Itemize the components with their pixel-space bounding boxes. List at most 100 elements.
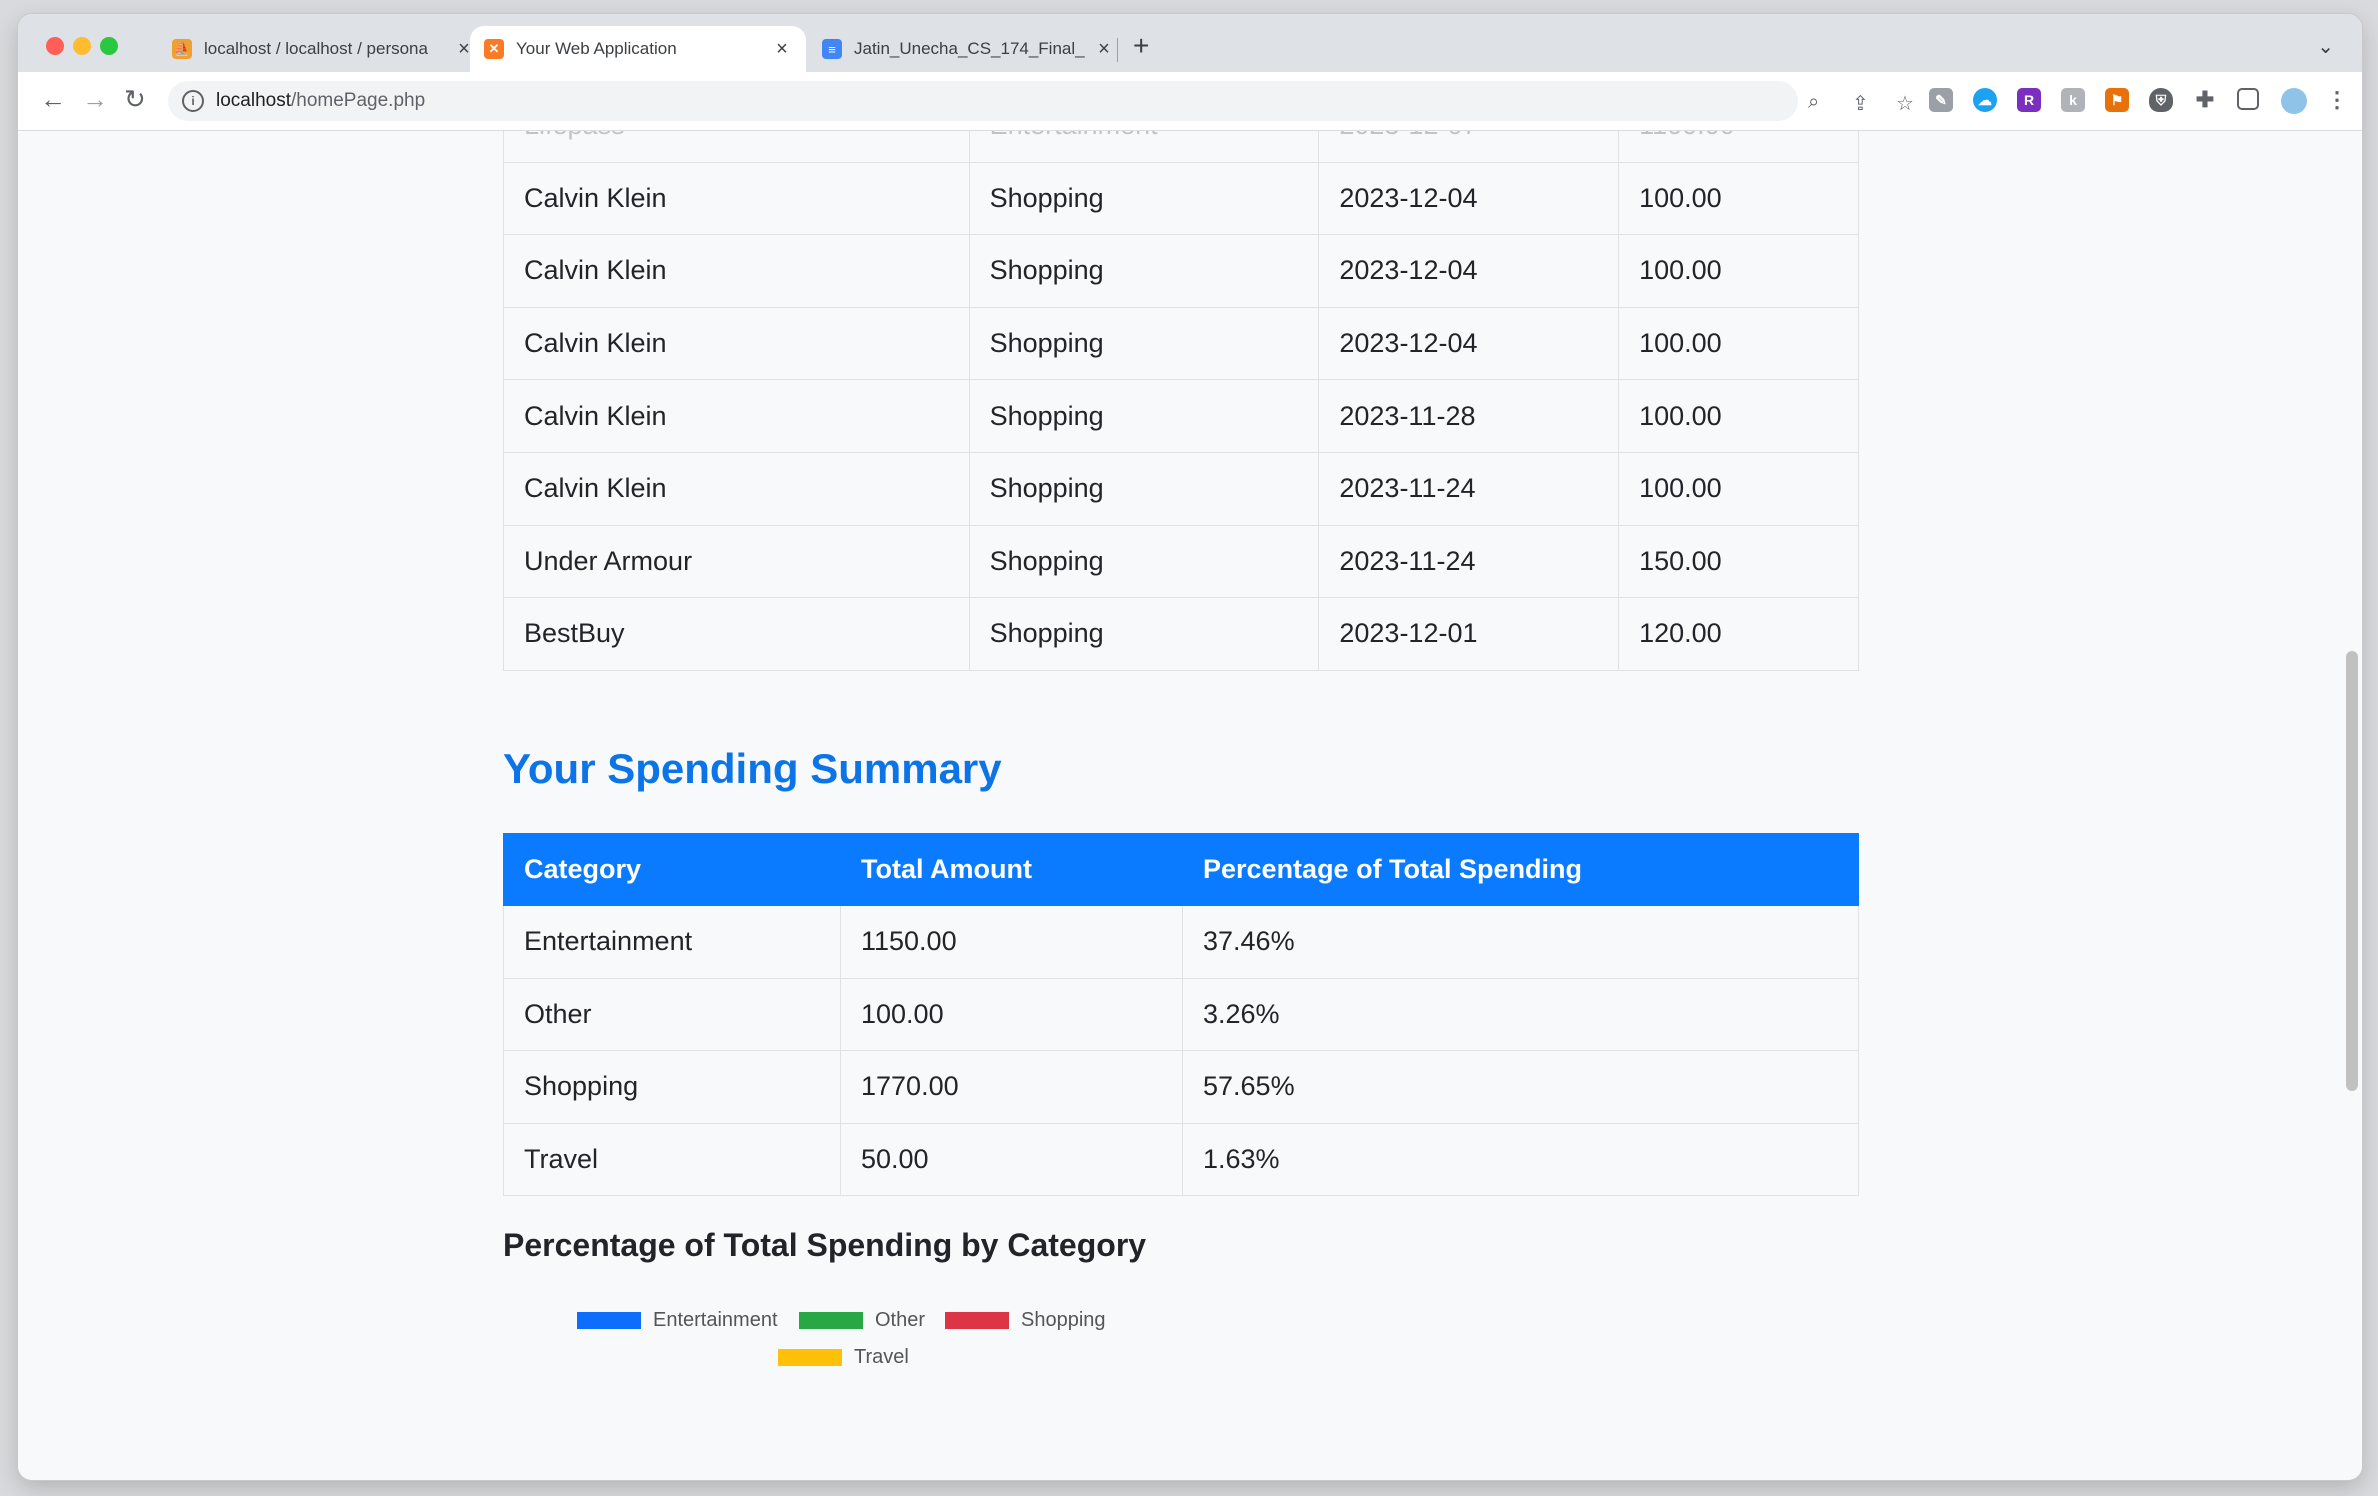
legend-label: Other [875, 1309, 926, 1331]
percentage-cell: 57.65% [1182, 1050, 1859, 1124]
date-cell: 2023-11-24 [1318, 524, 1620, 599]
table-row: Under Armour Shopping 2023-11-24 150.00 [503, 524, 1859, 599]
percentage-cell: 3.26% [1182, 977, 1859, 1052]
category-cell: Entertainment [503, 905, 841, 979]
tab-title: Jatin_Unecha_CS_174_Final_ [854, 39, 1085, 58]
tab-phpmyadmin[interactable]: ⛵ localhost / localhost / persona × [158, 26, 488, 72]
minimize-window-button[interactable] [73, 37, 91, 55]
total-amount-cell: 1150.00 [840, 905, 1183, 979]
close-tab-icon[interactable]: × [1094, 38, 1114, 61]
bookmark-star-icon[interactable]: ☆ [1896, 91, 1914, 116]
date-cell: 2023-12-04 [1318, 234, 1620, 308]
extension-cloud-icon[interactable]: ☁ [1973, 88, 1997, 112]
legend-swatch [799, 1312, 863, 1329]
date-cell: 2023-12-01 [1318, 597, 1620, 671]
transactions-table: LifepassEntertainment2023-12-071100.00Ca… [503, 131, 1859, 671]
merchant-cell: Calvin Klein [503, 379, 970, 453]
tab-strip: ⛵ localhost / localhost / persona × ✕ Yo… [18, 14, 2362, 72]
close-tab-icon[interactable]: × [772, 38, 792, 61]
legend-label: Travel [854, 1346, 909, 1368]
tab-separator [1117, 38, 1118, 62]
merchant-cell: Under Armour [503, 524, 970, 599]
phpmyadmin-icon: ⛵ [172, 39, 192, 59]
merchant-cell: Calvin Klein [503, 451, 970, 526]
table-row: Calvin Klein Shopping 2023-12-04 100.00 [503, 161, 1859, 236]
legend-swatch [577, 1312, 641, 1329]
legend-swatch [945, 1312, 1009, 1329]
site-info-icon[interactable]: i [182, 90, 204, 112]
tab-title: Your Web Application [516, 39, 677, 58]
share-icon[interactable]: ⇪ [1852, 91, 1869, 116]
url-host: localhost [216, 90, 291, 111]
amount-cell: 150.00 [1618, 524, 1859, 599]
legend-item-shopping[interactable]: Shopping [945, 1309, 1106, 1332]
column-header-percentage: Percentage of Total Spending [1182, 833, 1859, 906]
total-amount-cell: 50.00 [840, 1122, 1183, 1197]
extension-k-icon[interactable]: k [2061, 88, 2085, 112]
forward-arrow-icon[interactable]: → [82, 86, 108, 112]
profile-avatar-icon[interactable] [2281, 88, 2307, 114]
amount-cell: 1100.00 [1618, 131, 1859, 163]
legend-item-travel[interactable]: Travel [778, 1346, 909, 1369]
table-row: Calvin Klein Shopping 2023-11-24 100.00 [503, 451, 1859, 526]
category-cell: Shopping [968, 524, 1320, 599]
extension-shield-icon[interactable]: ⛨ [2149, 88, 2173, 112]
google-docs-icon: ≡ [822, 39, 842, 59]
url-text: localhost/homePage.php [216, 90, 425, 112]
table-row: BestBuy Shopping 2023-12-01 120.00 [503, 597, 1859, 671]
page-scrollbar[interactable] [2346, 651, 2358, 1091]
table-row: Calvin Klein Shopping 2023-11-28 100.00 [503, 379, 1859, 453]
browser-window: ⛵ localhost / localhost / persona × ✕ Yo… [18, 14, 2362, 1480]
page-content: LifepassEntertainment2023-12-071100.00Ca… [18, 131, 2362, 1480]
amount-cell: 100.00 [1618, 451, 1859, 526]
summary-header-row: Category Total Amount Percentage of Tota… [503, 833, 1859, 906]
tab-web-application[interactable]: ✕ Your Web Application × [470, 26, 806, 72]
table-row: Calvin Klein Shopping 2023-12-04 100.00 [503, 306, 1859, 381]
tab-search-chevron-icon[interactable]: ⌄ [2317, 34, 2334, 59]
merchant-cell: Calvin Klein [503, 234, 970, 308]
tab-title: localhost / localhost / persona [204, 39, 428, 58]
category-cell: Shopping [968, 161, 1320, 236]
date-cell: 2023-12-07 [1318, 131, 1620, 163]
address-bar[interactable]: i localhost/homePage.php ⌕ ⇪ ☆ [168, 81, 1914, 121]
legend-label: Entertainment [653, 1309, 778, 1331]
table-row: Calvin Klein Shopping 2023-12-04 100.00 [503, 234, 1859, 308]
spending-summary-table: Category Total Amount Percentage of Tota… [503, 833, 1859, 1197]
chart-title: Percentage of Total Spending by Category [503, 1227, 1147, 1263]
category-cell: Other [503, 977, 841, 1052]
legend-item-entertainment[interactable]: Entertainment [577, 1309, 778, 1332]
extension-off-icon[interactable]: ⚑ [2105, 88, 2129, 112]
legend-label: Shopping [1021, 1309, 1106, 1331]
xampp-icon: ✕ [484, 39, 504, 59]
column-header-category: Category [503, 833, 841, 906]
zoom-icon[interactable]: ⌕ [1808, 91, 1819, 114]
column-header-total-amount: Total Amount [840, 833, 1183, 906]
date-cell: 2023-12-04 [1318, 306, 1620, 381]
spending-summary-title: Your Spending Summary [503, 745, 1002, 792]
merchant-cell: Calvin Klein [503, 161, 970, 236]
summary-row: Entertainment 1150.00 37.46% [503, 905, 1859, 979]
reload-icon[interactable]: ↻ [124, 86, 146, 112]
amount-cell: 100.00 [1618, 306, 1859, 381]
amount-cell: 120.00 [1618, 597, 1859, 671]
merchant-cell: BestBuy [503, 597, 970, 671]
zoom-window-button[interactable] [100, 37, 118, 55]
back-arrow-icon[interactable]: ← [40, 86, 66, 112]
total-amount-cell: 100.00 [840, 977, 1183, 1052]
extension-r-icon[interactable]: R [2017, 88, 2041, 112]
close-window-button[interactable] [46, 37, 64, 55]
more-menu-icon[interactable]: ⋮ [2325, 87, 2349, 112]
extension-pen-icon[interactable]: ✎ [1929, 88, 1953, 112]
legend-swatch [778, 1349, 842, 1366]
side-panel-icon[interactable] [2237, 88, 2259, 110]
summary-row: Other 100.00 3.26% [503, 977, 1859, 1052]
category-cell: Shopping [968, 306, 1320, 381]
new-tab-button[interactable]: + [1133, 32, 1149, 60]
category-cell: Shopping [503, 1050, 841, 1124]
legend-item-other[interactable]: Other [799, 1309, 925, 1332]
url-path: /homePage.php [291, 90, 426, 111]
category-cell: Shopping [968, 234, 1320, 308]
amount-cell: 100.00 [1618, 234, 1859, 308]
tab-google-doc[interactable]: ≡ Jatin_Unecha_CS_174_Final_ × [808, 26, 1128, 72]
extensions-puzzle-icon[interactable]: ✚ [2193, 87, 2217, 112]
